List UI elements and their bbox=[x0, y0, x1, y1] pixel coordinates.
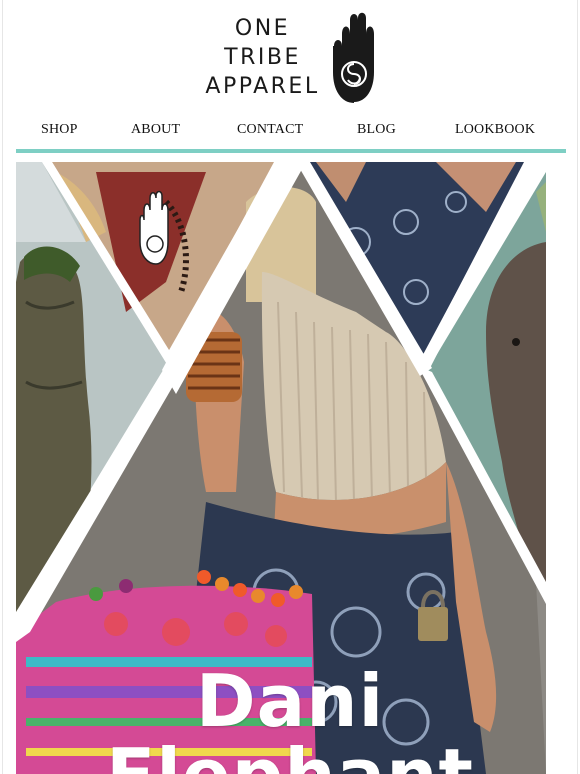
brand-line-tribe: TRIBE bbox=[224, 45, 301, 70]
nav-about[interactable]: ABOUT bbox=[131, 122, 180, 138]
hero-title-line-1: Dani bbox=[195, 659, 385, 743]
main-nav: SHOP ABOUT CONTACT BLOG LOOKBOOK bbox=[14, 118, 564, 144]
brand-name: ONE TRIBE APPAREL bbox=[200, 14, 325, 101]
hamsa-hand-icon bbox=[333, 12, 374, 103]
brand-line-apparel: APPAREL bbox=[205, 74, 320, 99]
brand-line-one: ONE bbox=[234, 16, 291, 41]
nav-divider bbox=[16, 149, 566, 153]
brand-logo[interactable]: ONE TRIBE APPAREL bbox=[200, 12, 390, 104]
hero-title: Dani Elephant bbox=[0, 664, 580, 774]
nav-contact[interactable]: CONTACT bbox=[237, 122, 303, 138]
nav-shop[interactable]: SHOP bbox=[41, 122, 78, 138]
nav-blog[interactable]: BLOG bbox=[357, 122, 396, 138]
nav-lookbook[interactable]: LOOKBOOK bbox=[455, 122, 535, 138]
hero-title-line-2: Elephant bbox=[0, 738, 580, 774]
